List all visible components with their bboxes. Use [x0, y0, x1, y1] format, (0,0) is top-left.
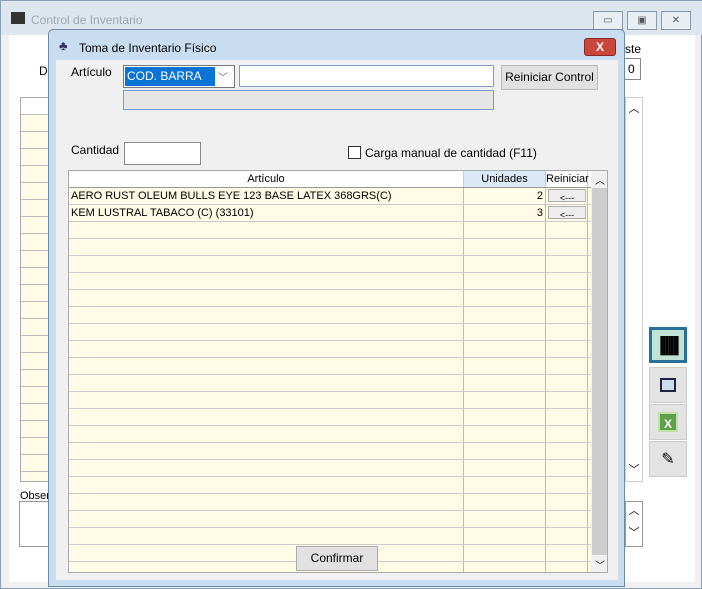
label-d: D — [39, 64, 48, 78]
empty-row[interactable] — [69, 511, 607, 528]
cell-articulo: AERO RUST OLEUM BULLS EYE 123 BASE LATEX… — [69, 188, 464, 204]
column-header-unidades[interactable]: Unidades — [464, 171, 546, 187]
background-grid — [20, 97, 50, 482]
filter-report-icon — [660, 378, 676, 392]
excel-icon: X — [658, 412, 678, 432]
grid-header: Artículo Unidades Reiniciar — [69, 171, 607, 188]
export-icon: ✎ — [661, 451, 675, 468]
barcode-icon: ||||||| — [658, 333, 680, 356]
manual-quantity-label[interactable]: Carga manual de cantidad (F11) — [365, 146, 537, 160]
empty-row[interactable] — [69, 494, 607, 511]
empty-row[interactable] — [69, 375, 607, 392]
app-icon — [11, 12, 25, 24]
close-button[interactable]: ✕ — [661, 11, 691, 30]
filter-report-button[interactable] — [649, 367, 687, 403]
outer-title: Control de Inventario — [31, 13, 143, 27]
cell-articulo: KEM LUSTRAL TABACO (C) (33101) — [69, 205, 464, 221]
dialog-title: Toma de Inventario Físico — [79, 41, 217, 55]
empty-row[interactable] — [69, 307, 607, 324]
dialog-client: Artículo COD. BARRA ﹀ Reiniciar Control … — [56, 60, 618, 580]
observations-field[interactable] — [19, 501, 49, 547]
articulo-label: Artículo — [71, 65, 112, 79]
empty-row[interactable] — [69, 460, 607, 477]
cantidad-label: Cantidad — [71, 143, 120, 157]
dialog-close-button[interactable]: X — [584, 38, 616, 56]
empty-row[interactable] — [69, 239, 607, 256]
empty-row[interactable] — [69, 477, 607, 494]
observations-scrollbar[interactable]: ︿ ﹀ — [625, 501, 643, 547]
manual-quantity-checkbox[interactable] — [348, 146, 361, 159]
empty-row[interactable] — [69, 443, 607, 460]
cell-unidades: 2 — [464, 188, 546, 204]
empty-row[interactable] — [69, 273, 607, 290]
scroll-up-icon[interactable]: ︿ — [595, 172, 605, 187]
scrollbar-thumb[interactable] — [592, 188, 607, 555]
excel-button[interactable]: X — [649, 404, 687, 440]
empty-row[interactable] — [69, 358, 607, 375]
inventory-count-dialog: ♣ Toma de Inventario Físico X Artículo C… — [48, 29, 625, 587]
table-row[interactable]: AERO RUST OLEUM BULLS EYE 123 BASE LATEX… — [69, 188, 607, 205]
maximize-button[interactable]: ▣ — [627, 11, 657, 30]
column-header-reiniciar[interactable]: Reiniciar — [546, 171, 589, 187]
empty-row[interactable] — [69, 324, 607, 341]
empty-row[interactable] — [69, 256, 607, 273]
export-button[interactable]: ✎ — [649, 441, 687, 477]
reset-row-button[interactable]: <--- — [548, 206, 586, 219]
search-input[interactable] — [239, 65, 494, 87]
empty-row[interactable] — [69, 222, 607, 239]
reset-control-button[interactable]: Reiniciar Control — [501, 65, 598, 90]
chevron-down-icon: ﹀ — [218, 73, 228, 84]
empty-row[interactable] — [69, 426, 607, 443]
dialog-icon: ♣ — [59, 38, 68, 53]
items-grid: Artículo Unidades Reiniciar AERO RUST OL… — [68, 170, 608, 573]
table-row[interactable]: KEM LUSTRAL TABACO (C) (33101) 3 <--- — [69, 205, 607, 222]
confirm-button[interactable]: Confirmar — [296, 546, 378, 571]
background-scrollbar[interactable]: ︿ ﹀ — [625, 97, 643, 482]
label-ste: ste — [625, 42, 642, 56]
scroll-down-icon[interactable]: ﹀ — [595, 557, 605, 572]
search-type-select[interactable]: COD. BARRA ﹀ — [123, 65, 235, 88]
cell-unidades: 3 — [464, 205, 546, 221]
reset-row-button[interactable]: <--- — [548, 189, 586, 202]
barcode-button[interactable]: ||||||| — [649, 327, 687, 363]
column-header-articulo[interactable]: Artículo — [69, 171, 464, 187]
empty-row[interactable] — [69, 290, 607, 307]
search-type-value: COD. BARRA — [125, 67, 215, 86]
quantity-input[interactable] — [124, 142, 201, 165]
article-description-field — [123, 90, 494, 110]
empty-row[interactable] — [69, 341, 607, 358]
grid-scrollbar[interactable]: ︿ ﹀ — [591, 171, 607, 572]
empty-row[interactable] — [69, 409, 607, 426]
empty-row[interactable] — [69, 528, 607, 545]
minimize-button[interactable]: ▭ — [593, 11, 623, 30]
empty-row[interactable] — [69, 392, 607, 409]
